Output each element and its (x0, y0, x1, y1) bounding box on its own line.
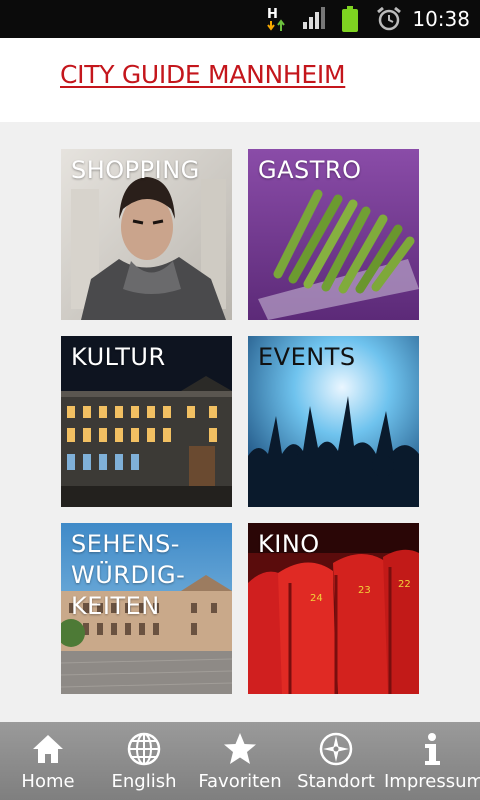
nav-english[interactable]: English (96, 722, 192, 800)
svg-text:23: 23 (358, 585, 371, 596)
svg-text:24: 24 (310, 593, 323, 604)
svg-text:22: 22 (398, 579, 411, 590)
info-icon (425, 733, 440, 765)
nav-standort[interactable]: Standort (288, 722, 384, 800)
nav-favoriten[interactable]: Favoriten (192, 722, 288, 800)
clock: 10:38 (412, 7, 470, 31)
battery-icon (342, 6, 358, 32)
tile-kultur[interactable]: KULTUR (61, 336, 232, 507)
alarm-icon (377, 6, 401, 31)
nav-label: Home (21, 771, 75, 792)
bottom-navigation: Home English Favoriten Standort Impressu… (0, 722, 480, 800)
tile-label: EVENTS (258, 343, 356, 371)
tile-label: KINO (258, 530, 320, 558)
tile-events[interactable]: EVENTS (248, 336, 419, 507)
svg-text:H: H (267, 7, 278, 22)
signal-icon (303, 7, 325, 29)
nav-label: English (111, 771, 177, 792)
status-bar: H 10:38 (0, 0, 480, 38)
tile-sehenswuerdigkeiten[interactable]: SEHENS- WÜRDIG- KEITEN (61, 523, 232, 694)
globe-icon (127, 732, 161, 766)
nav-impressum[interactable]: Impressum (384, 722, 480, 800)
tile-label: GASTRO (258, 156, 362, 184)
network-h-icon: H (267, 7, 285, 31)
tile-label: SHOPPING (71, 156, 200, 184)
tile-kino[interactable]: 24 23 22 KINO (248, 523, 419, 694)
nav-label: Impressum (384, 771, 480, 792)
category-grid: SHOPPING GASTRO KULTUR EVENTS SEHENS- WÜ… (0, 122, 480, 720)
tile-label: KULTUR (71, 343, 166, 371)
tile-shopping[interactable]: SHOPPING (61, 149, 232, 320)
nav-label: Favoriten (198, 771, 282, 792)
app-title: CITY GUIDE MANNHEIM (60, 60, 346, 89)
compass-icon (319, 732, 353, 766)
tile-gastro[interactable]: GASTRO (248, 149, 419, 320)
nav-label: Standort (297, 771, 375, 792)
home-icon (33, 735, 63, 763)
nav-home[interactable]: Home (0, 722, 96, 800)
star-icon (224, 733, 256, 764)
app-header: CITY GUIDE MANNHEIM (0, 38, 480, 122)
tile-label: SEHENS- WÜRDIG- KEITEN (71, 530, 186, 620)
